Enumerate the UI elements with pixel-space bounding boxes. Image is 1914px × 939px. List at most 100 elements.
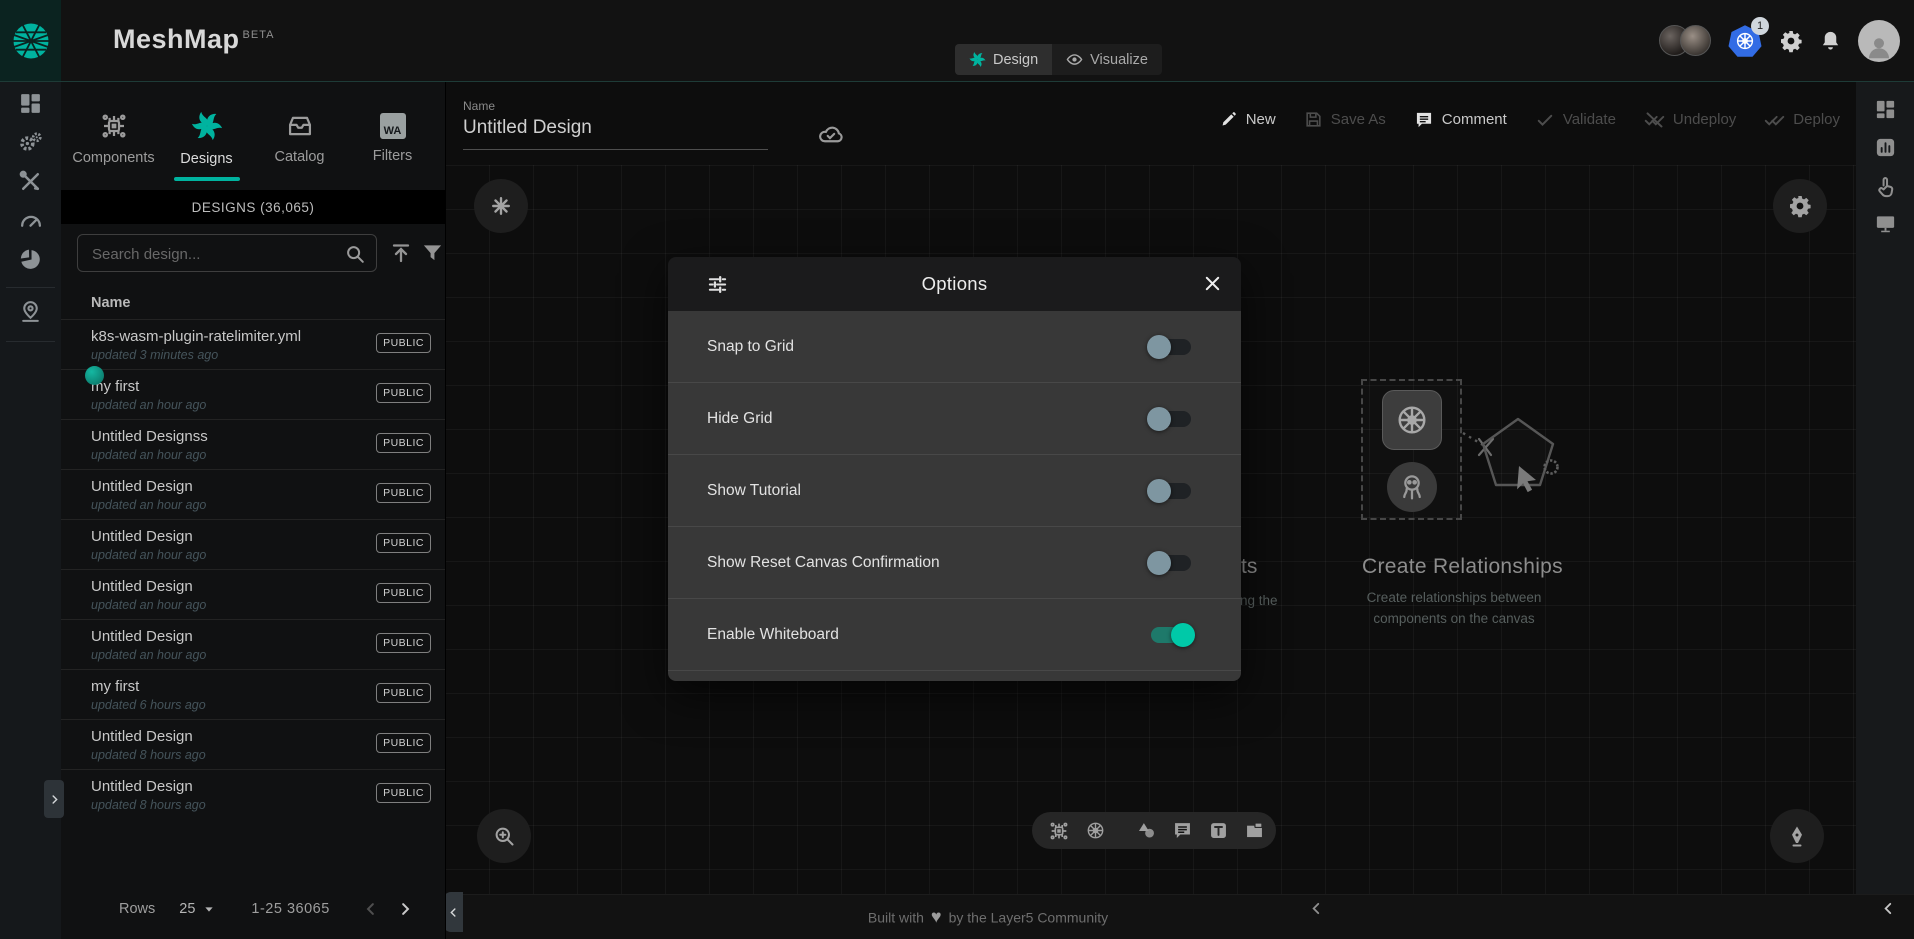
tab-catalog[interactable]: Catalog: [257, 106, 343, 165]
tab-designs[interactable]: Designs: [164, 104, 250, 167]
design-row[interactable]: Untitled Design updated 8 hours ago PUBL…: [61, 719, 445, 769]
gauge-icon[interactable]: [18, 208, 43, 233]
rows-per-page-select[interactable]: 25: [179, 901, 217, 917]
drawer-collapse-handle[interactable]: [443, 892, 463, 932]
tab-components-label: Components: [72, 150, 154, 166]
tab-filters[interactable]: WA Filters: [350, 107, 436, 164]
gear-icon[interactable]: [1779, 29, 1803, 53]
canvas-settings-button[interactable]: [1773, 179, 1827, 233]
onboarding-relationship-graphic: [1463, 411, 1578, 576]
onboarding-body-line2: components on the canvas: [1323, 608, 1585, 629]
design-updated: updated 3 minutes ago: [91, 348, 218, 362]
comment-icon[interactable]: [1172, 820, 1193, 841]
components-icon[interactable]: [1048, 820, 1070, 842]
visibility-badge: PUBLIC: [376, 583, 431, 603]
touch-icon[interactable]: [1874, 175, 1897, 198]
collaborator-avatar-2[interactable]: [1680, 25, 1711, 56]
search-input[interactable]: [90, 236, 334, 272]
show-reset-canvas-confirmation-toggle[interactable]: [1151, 555, 1191, 571]
bar-chart-icon[interactable]: [1874, 136, 1897, 159]
pen-tool-button[interactable]: [1770, 809, 1824, 863]
visibility-badge: PUBLIC: [376, 383, 431, 403]
onboarding-heading: Create Relationships: [1362, 555, 1563, 579]
design-row[interactable]: my first updated 6 hours ago PUBLIC: [61, 669, 445, 719]
design-row[interactable]: Untitled Design updated an hour ago PUBL…: [61, 519, 445, 569]
eye-icon: [1066, 51, 1083, 68]
design-row[interactable]: Untitled Design updated an hour ago PUBL…: [61, 619, 445, 669]
design-row[interactable]: Untitled Design updated an hour ago PUBL…: [61, 569, 445, 619]
design-name-input[interactable]: [463, 117, 768, 150]
design-row[interactable]: Untitled Designss updated an hour ago PU…: [61, 419, 445, 469]
next-page-icon[interactable]: [396, 900, 414, 918]
mesh-sync-button[interactable]: [474, 179, 528, 233]
design-name: Untitled Design: [91, 778, 193, 795]
pie-chart-icon[interactable]: [18, 247, 43, 272]
caret-down-icon: [201, 901, 217, 917]
tab-components[interactable]: Components: [71, 105, 157, 166]
visibility-badge: PUBLIC: [376, 533, 431, 553]
save-as-button[interactable]: Save As: [1304, 110, 1386, 129]
show-tutorial-toggle[interactable]: [1151, 483, 1191, 499]
design-updated: updated an hour ago: [91, 398, 206, 412]
design-name: Untitled Design: [91, 628, 193, 645]
text-icon[interactable]: [1208, 820, 1229, 841]
shapes-icon[interactable]: [1136, 820, 1157, 841]
toggle-knob: [1147, 335, 1171, 359]
design-row[interactable]: my first updated an hour ago PUBLIC: [61, 369, 445, 419]
validate-label: Validate: [1563, 111, 1616, 128]
tab-filters-label: Filters: [373, 148, 412, 164]
dashboard-icon[interactable]: [18, 91, 43, 116]
bottom-drawer-toggle-icon[interactable]: [1308, 900, 1325, 917]
layer5-mesh-icon: [11, 21, 51, 61]
visibility-badge: PUBLIC: [376, 433, 431, 453]
kubernetes-context-button[interactable]: 1: [1727, 23, 1763, 59]
filter-funnel-icon[interactable]: [421, 241, 444, 264]
design-updated: updated 8 hours ago: [91, 798, 206, 812]
previous-page-icon[interactable]: [362, 900, 380, 918]
new-button[interactable]: New: [1219, 110, 1276, 129]
kubernetes-icon: [1394, 402, 1430, 438]
option-label: Snap to Grid: [707, 338, 794, 356]
design-row[interactable]: k8s-wasm-plugin-ratelimiter.yml updated …: [61, 319, 445, 369]
design-row[interactable]: Untitled Design updated an hour ago PUBL…: [61, 469, 445, 519]
person-icon: [1864, 32, 1894, 62]
location-pin-icon[interactable]: [18, 299, 43, 324]
close-icon[interactable]: [1202, 273, 1223, 294]
design-name: k8s-wasm-plugin-ratelimiter.yml: [91, 328, 301, 345]
app-header: MeshMapBETA Design Visualize 1: [0, 0, 1914, 82]
option-row-snap-to-grid: Snap to Grid: [668, 311, 1241, 383]
tab-design[interactable]: Design: [955, 44, 1052, 75]
hide-grid-toggle[interactable]: [1151, 411, 1191, 427]
layer5-logo[interactable]: [0, 0, 61, 81]
comment-button[interactable]: Comment: [1414, 110, 1507, 130]
tab-visualize[interactable]: Visualize: [1052, 44, 1162, 75]
panel-expand-handle[interactable]: [44, 780, 64, 818]
design-name: Untitled Designss: [91, 428, 208, 445]
undeploy-button[interactable]: Undeploy: [1644, 109, 1736, 130]
owner-avatar: [85, 366, 104, 385]
deploy-button[interactable]: Deploy: [1764, 109, 1840, 130]
tools-icon[interactable]: [18, 169, 43, 194]
design-name: my first: [91, 678, 139, 695]
design-row[interactable]: Untitled Design updated 8 hours ago PUBL…: [61, 769, 445, 819]
search-box: [77, 234, 377, 272]
snap-to-grid-toggle[interactable]: [1151, 339, 1191, 355]
option-label: Show Reset Canvas Confirmation: [707, 554, 940, 572]
grid-view-icon[interactable]: [1874, 98, 1897, 121]
upload-design-icon[interactable]: [389, 241, 413, 265]
panel-tabs: Components Designs Catalog WA Filters: [61, 81, 445, 190]
enable-whiteboard-toggle[interactable]: [1151, 627, 1191, 643]
toggle-knob: [1147, 479, 1171, 503]
design-name: Untitled Design: [91, 528, 193, 545]
dock-toggle-icon[interactable]: [1880, 900, 1897, 917]
design-updated: updated an hour ago: [91, 548, 206, 562]
kubernetes-icon[interactable]: [1085, 820, 1106, 841]
zoom-in-button[interactable]: [477, 809, 531, 863]
user-avatar[interactable]: [1858, 20, 1900, 62]
media-icon[interactable]: [1244, 820, 1265, 841]
catalog-drawer-icon: [286, 112, 314, 140]
gears-icon[interactable]: [18, 130, 43, 155]
bell-icon[interactable]: [1819, 29, 1842, 52]
monitor-icon[interactable]: [1874, 212, 1897, 235]
validate-button[interactable]: Validate: [1535, 110, 1616, 130]
